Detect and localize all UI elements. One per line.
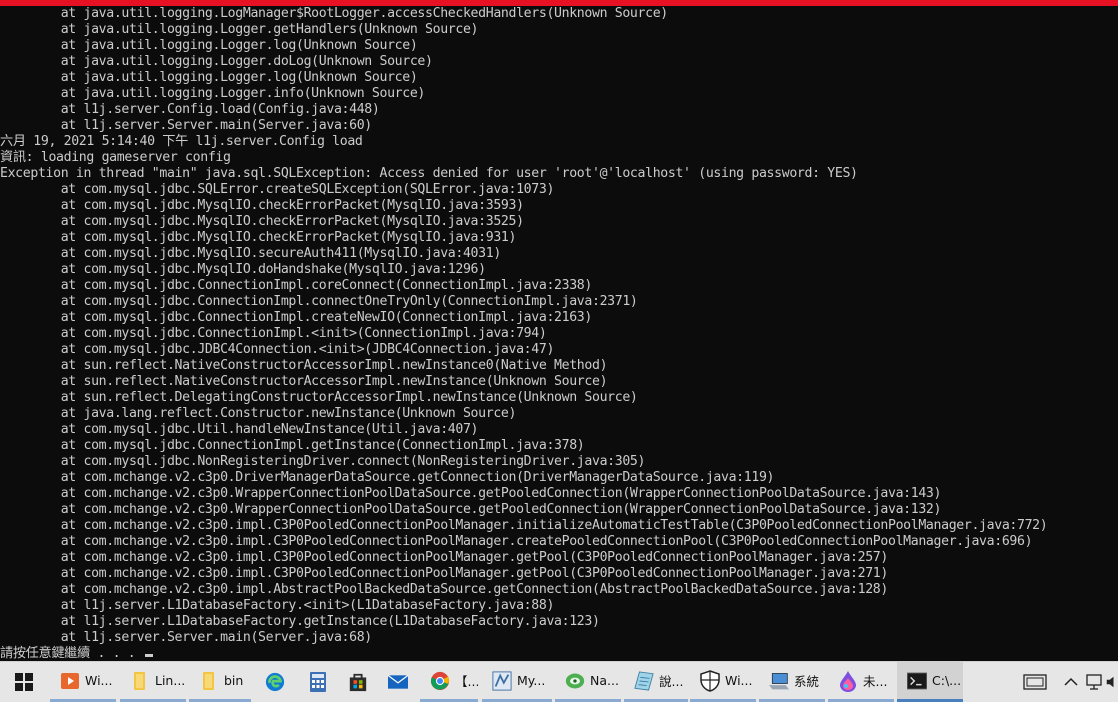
taskbar-item-paint[interactable]: 未... [828,662,894,702]
taskbar-item-notepad[interactable]: 說... [624,662,688,702]
keyboard-icon [1023,674,1047,690]
console-line: at java.util.logging.Logger.getHandlers(… [0,22,479,37]
console-line: at com.mysql.jdbc.SQLError.createSQLExce… [0,182,555,197]
mail-icon [388,672,408,692]
console-line: at sun.reflect.NativeConstructorAccessor… [0,374,608,389]
taskbar-item-cmd[interactable]: C:\... [897,662,963,702]
console-line: at l1j.server.L1DatabaseFactory.getInsta… [0,614,600,629]
console-line: 六月 19, 2021 5:14:40 下午 l1j.server.Config… [0,134,363,149]
folder-icon [130,671,150,691]
console-line: at sun.reflect.DelegatingConstructorAcce… [0,390,638,405]
taskbar-item-label: Wi... [725,673,753,688]
network-icon [1086,674,1102,690]
taskbar-item-label: C:\... [932,673,962,688]
taskbar-item-navicat[interactable]: Na... [555,662,621,702]
console-line: Exception in thread "main" java.sql.SQLE… [0,166,858,181]
navicat-icon [565,671,585,691]
console-line: at com.mysql.jdbc.NonRegisteringDriver.c… [0,454,646,469]
paint-icon [838,670,858,692]
console-line: at java.lang.reflect.Constructor.newInst… [0,406,517,421]
console-line: at l1j.server.Server.main(Server.java:60… [0,118,373,133]
console-line: at l1j.server.Config.load(Config.java:44… [0,102,380,117]
console-prompt[interactable]: 請按任意鍵繼續 . . . [0,646,153,661]
taskbar-item-label: 未... [863,674,888,689]
console-line: at com.mchange.v2.c3p0.impl.C3P0PooledCo… [0,566,889,581]
shield-icon [700,669,720,692]
speaker-icon [1106,676,1114,688]
console-line: at com.mchange.v2.c3p0.impl.C3P0PooledCo… [0,518,1048,533]
console-line: at java.util.logging.Logger.doLog(Unknow… [0,54,433,69]
taskbar-item-media-player[interactable]: Wi... [50,662,116,702]
console-line: at com.mysql.jdbc.MysqlIO.doHandshake(My… [0,262,486,277]
console-line: at java.util.logging.Logger.log(Unknown … [0,38,418,53]
text-cursor [145,654,153,657]
console-line: 資訊: loading gameserver config [0,150,231,165]
taskbar-item-label: bin [224,673,244,688]
taskbar-item-store[interactable] [338,662,378,702]
console-line: at java.util.logging.LogManager$RootLogg… [0,6,669,21]
console-line: at java.util.logging.Logger.log(Unknown … [0,70,418,85]
console-line: at com.mysql.jdbc.JDBC4Connection.<init>… [0,342,555,357]
console-line: at com.mysql.jdbc.MysqlIO.checkErrorPack… [0,214,524,229]
input-indicator[interactable] [1018,662,1052,702]
taskbar-item-label: 系統 [794,674,820,689]
console-line: at com.mchange.v2.c3p0.WrapperConnection… [0,486,942,501]
calculator-icon [308,672,328,692]
taskbar-item-mysql-workbench[interactable]: My... [482,662,552,702]
console-line: at com.mysql.jdbc.MysqlIO.checkErrorPack… [0,198,524,213]
notepad-icon [634,670,654,691]
mysql-workbench-icon [492,670,512,691]
cmd-icon [907,671,927,691]
start-button[interactable] [0,662,48,702]
taskbar-item-label: My... [517,673,546,688]
console-line: at com.mchange.v2.c3p0.DriverManagerData… [0,470,775,485]
console-line: at l1j.server.L1DatabaseFactory.<init>(L… [0,598,555,613]
folder-icon [199,671,219,691]
console-line: at com.mchange.v2.c3p0.impl.C3P0PooledCo… [0,534,1033,549]
console-line: at l1j.server.Server.main(Server.java:68… [0,630,373,645]
taskbar-item-label: 說... [659,674,684,689]
chrome-icon [430,671,450,691]
chevron-up-icon [1064,677,1078,686]
console-line: at com.mchange.v2.c3p0.impl.AbstractPool… [0,582,889,597]
taskbar-item-label: Wi... [85,673,113,688]
console-line: at com.mysql.jdbc.ConnectionImpl.createN… [0,310,593,325]
console-line: at com.mysql.jdbc.Util.handleNewInstance… [0,422,479,437]
console-line: at com.mysql.jdbc.MysqlIO.secureAuth411(… [0,246,502,261]
taskbar-item-windows-security[interactable]: Wi... [690,662,756,702]
taskbar-item-calculator[interactable] [298,662,338,702]
media-player-icon [60,671,80,691]
show-hidden-icons-button[interactable] [1060,662,1082,702]
taskbar-item-system[interactable]: 系統 [759,662,825,702]
volume-tray-button[interactable] [1106,662,1118,702]
prompt-text: 請按任意鍵繼續 . . . [0,646,143,661]
taskbar-item-label: Na... [590,673,619,688]
taskbar-item-folder-lin[interactable]: Lin... [120,662,186,702]
console-output: at java.util.logging.LogManager$RootLogg… [0,6,1118,661]
taskbar-item-label: Lin... [155,673,186,688]
taskbar-item-label: 【... [455,674,478,689]
console-line: at com.mysql.jdbc.ConnectionImpl.coreCon… [0,278,593,293]
console-line: at com.mysql.jdbc.ConnectionImpl.connect… [0,294,638,309]
console-line: at com.mysql.jdbc.ConnectionImpl.getInst… [0,438,585,453]
taskbar-item-mail[interactable] [378,662,418,702]
console-line: at com.mchange.v2.c3p0.impl.C3P0PooledCo… [0,550,889,565]
taskbar-item-chrome[interactable]: 【... [420,662,478,702]
console-line: at sun.reflect.NativeConstructorAccessor… [0,358,608,373]
edge-icon [265,672,285,692]
network-tray-button[interactable] [1084,662,1106,702]
console-line: at java.util.logging.Logger.info(Unknown… [0,86,426,101]
system-icon [769,671,789,691]
console-line: at com.mysql.jdbc.ConnectionImpl.<init>(… [0,326,547,341]
windows-logo-icon [15,673,33,691]
taskbar-item-edge[interactable] [255,662,295,702]
taskbar: Wi... Lin... bin 【... My... Na... 說... W [0,661,1118,702]
console-line: at com.mchange.v2.c3p0.WrapperConnection… [0,502,942,517]
taskbar-item-folder-bin[interactable]: bin [189,662,251,702]
console-line: at com.mysql.jdbc.MysqlIO.checkErrorPack… [0,230,517,245]
store-icon [348,672,368,692]
